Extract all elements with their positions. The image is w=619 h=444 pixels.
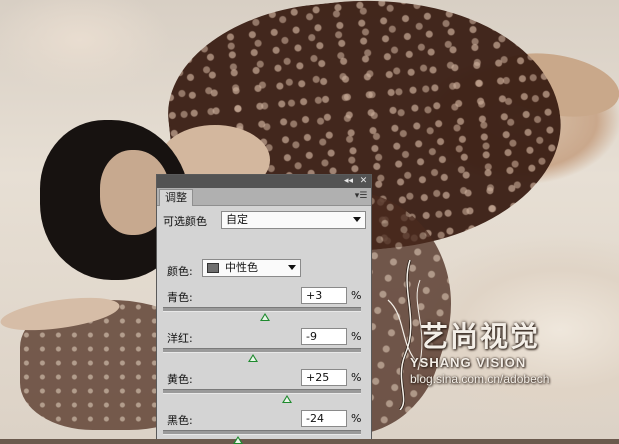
colors-value: 中性色 (225, 261, 258, 274)
adjustment-name: 可选颜色 (163, 215, 207, 228)
chevron-down-icon (288, 265, 296, 270)
slider-thumb[interactable] (233, 436, 244, 444)
slider-track[interactable] (163, 307, 361, 312)
color-swatch (207, 263, 219, 273)
slider-label: 青色: (167, 291, 193, 304)
slider-track[interactable] (163, 430, 361, 435)
slider-label: 洋红: (167, 332, 193, 345)
slider-value-input[interactable]: -24 (301, 410, 347, 427)
slider-value-input[interactable]: -9 (301, 328, 347, 345)
preset-dropdown[interactable]: 自定 (221, 211, 366, 229)
percent-unit: % (351, 371, 362, 384)
percent-unit: % (351, 289, 362, 302)
colors-dropdown[interactable]: 中性色 (202, 259, 301, 277)
slider-thumb[interactable] (259, 313, 270, 321)
percent-unit: % (351, 412, 362, 425)
preset-value: 自定 (226, 213, 248, 226)
slider-thumb[interactable] (281, 395, 292, 403)
adjustments-panel: ◂◂ ✕ 调整 ▾☰ 可选颜色 自定 颜色: 中性色 青色: +3% 洋红: -9% 黄… (156, 174, 372, 444)
close-icon[interactable]: ✕ (358, 176, 369, 187)
percent-unit: % (351, 330, 362, 343)
slider-label: 黑色: (167, 414, 193, 427)
slider-label: 黄色: (167, 373, 193, 386)
chevron-down-icon (353, 217, 361, 222)
tab-adjustments[interactable]: 调整 (159, 189, 193, 206)
watermark-subtitle: YSHANG VISION (410, 355, 527, 370)
double-chevron-icon[interactable]: ◂◂ (343, 176, 354, 187)
watermark-title: 艺尚视觉 (420, 320, 541, 353)
slider-value-input[interactable]: +25 (301, 369, 347, 386)
panel-titlebar[interactable]: ◂◂ ✕ (157, 175, 371, 188)
panel-menu-icon[interactable]: ▾☰ (354, 191, 368, 201)
panel-tabbar: 调整 ▾☰ (157, 188, 371, 206)
slider-track[interactable] (163, 348, 361, 353)
slider-thumb[interactable] (248, 354, 259, 362)
colors-label: 颜色: (167, 265, 193, 278)
slider-value-input[interactable]: +3 (301, 287, 347, 304)
watermark-url: blog.sina.com.cn/adobech (410, 372, 550, 386)
slider-track[interactable] (163, 389, 361, 394)
watermark: 艺尚视觉 YSHANG VISION blog.sina.com.cn/adob… (380, 260, 619, 410)
